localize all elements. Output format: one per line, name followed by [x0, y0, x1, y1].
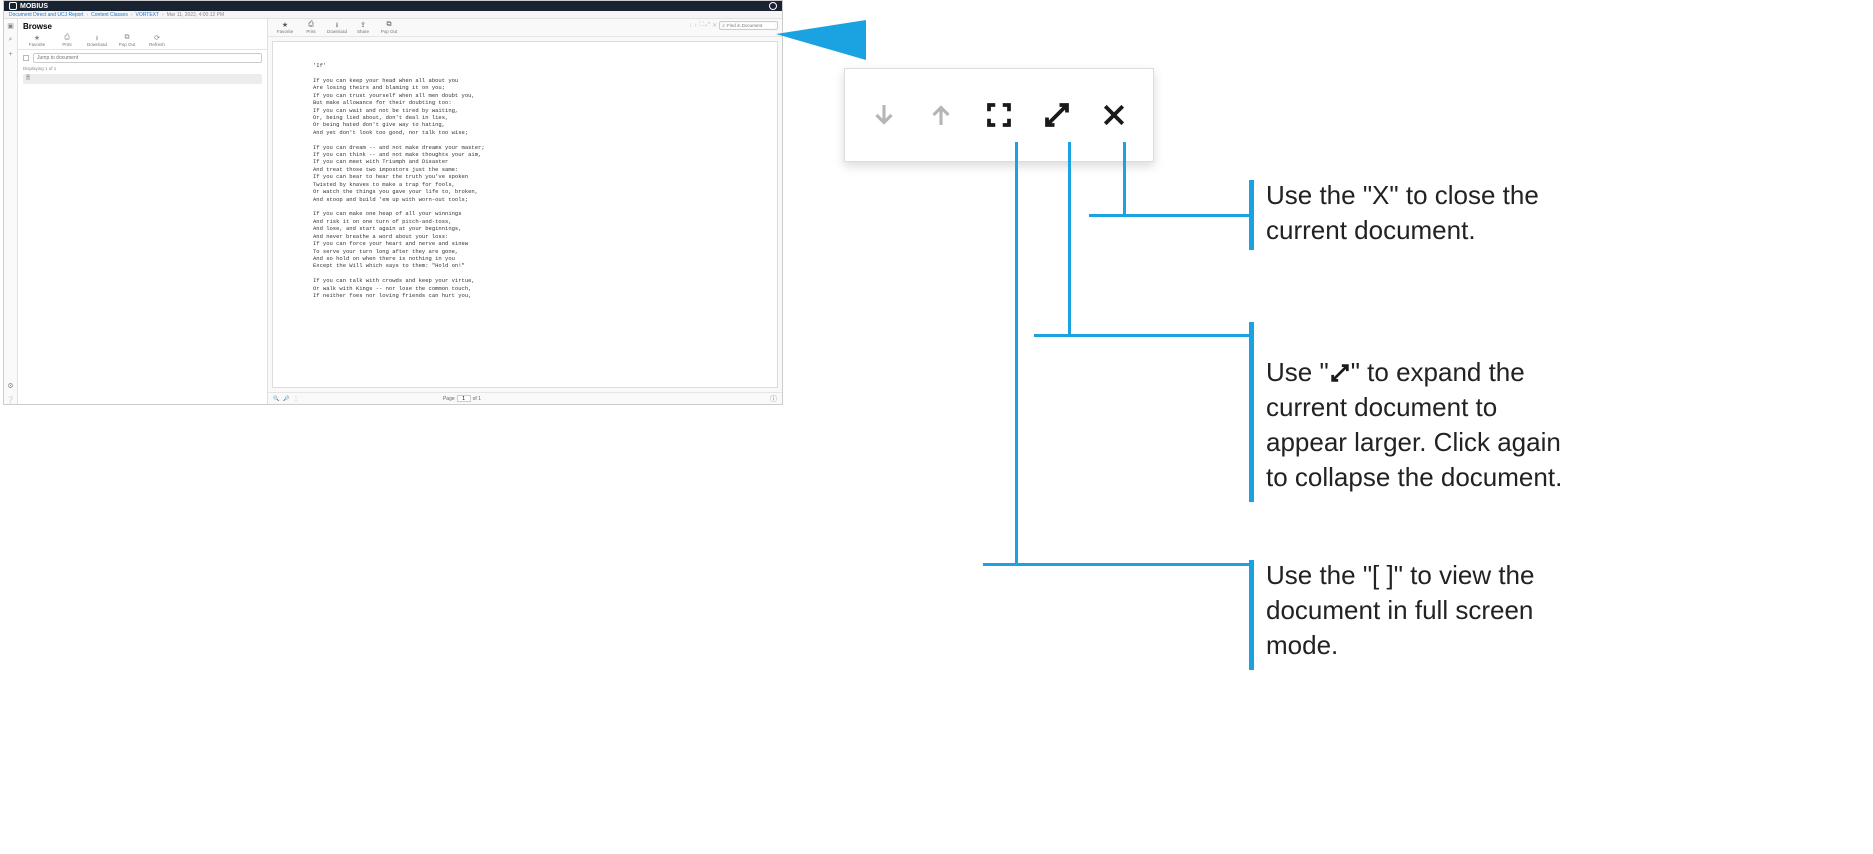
more-icon[interactable]: ⋮: [293, 396, 298, 402]
info-icon[interactable]: ⓘ: [770, 394, 777, 404]
callout-line: [1089, 214, 1249, 217]
star-icon: ★: [34, 34, 40, 42]
close-icon[interactable]: [1092, 93, 1136, 137]
star-icon: ★: [282, 21, 288, 29]
displaying-label: Displaying 1 of 1: [18, 66, 267, 73]
app-window: MOBIUS Document Direct and UCJ Report › …: [3, 0, 783, 405]
breadcrumb-item[interactable]: Document Direct and UCJ Report: [9, 12, 83, 18]
zoom-out-icon[interactable]: 🔍: [273, 396, 279, 402]
gear-icon[interactable]: ⚙: [7, 382, 15, 390]
callout-bar: [1249, 322, 1254, 502]
popout-icon: ⧉: [125, 34, 130, 42]
refresh-icon: ⟳: [154, 34, 160, 42]
annotation-fullscreen: Use the "[ ]" to view the document in fu…: [1266, 558, 1576, 663]
folder-icon[interactable]: ▣: [7, 22, 15, 30]
breadcrumb-sep: ›: [162, 12, 164, 18]
breadcrumb-timestamp: Mar 11, 2022, 4:00:12 PM: [167, 12, 224, 18]
search-icon[interactable]: ⌕: [7, 36, 15, 44]
breadcrumb-sep: ›: [86, 12, 88, 18]
callout-line: [1123, 142, 1126, 217]
callout-line: [1015, 142, 1018, 566]
download-button[interactable]: ⭳Download: [324, 21, 350, 34]
document-list: 🗎: [18, 73, 267, 85]
download-button[interactable]: ⭳Download: [82, 34, 112, 47]
list-item[interactable]: 🗎: [23, 74, 262, 84]
popout-icon: ⧉: [387, 21, 392, 29]
callout-bar: [1249, 180, 1254, 250]
left-rail: ▣ ⌕ + ⚙ ❔: [4, 19, 18, 404]
viewer-panel: ★Favorite ⎙Print ⭳Download ⇪Share ⧉Pop O…: [268, 19, 782, 404]
down-arrow-icon[interactable]: [862, 93, 906, 137]
callout-line: [1034, 334, 1249, 337]
page-label: Page: [443, 396, 455, 402]
share-button[interactable]: ⇪Share: [350, 21, 376, 34]
browse-title: Browse: [18, 19, 267, 34]
app-title: MOBIUS: [20, 3, 48, 10]
page-of-label: of 1: [473, 396, 481, 402]
print-icon: ⎙: [64, 34, 70, 42]
app-header: MOBIUS: [4, 1, 782, 11]
popout-button[interactable]: ⧉Pop Out: [112, 34, 142, 47]
breadcrumb-sep: ›: [131, 12, 133, 18]
download-icon: ⭳: [96, 34, 98, 42]
viewer-footer: 🔍 🔎 ⋮ Page of 1 ⓘ: [268, 392, 782, 404]
favorite-button[interactable]: ★Favorite: [272, 21, 298, 34]
zoomed-toolbar: [844, 68, 1154, 162]
checkbox[interactable]: [23, 55, 29, 61]
plus-icon[interactable]: +: [7, 50, 15, 58]
callout-line: [1068, 142, 1071, 337]
browse-panel: Browse ★Favorite ⎙Print ⭳Download ⧉Pop O…: [18, 19, 268, 404]
find-in-document[interactable]: ⌕: [719, 21, 778, 30]
print-button[interactable]: ⎙Print: [298, 21, 324, 34]
user-avatar-icon[interactable]: [769, 2, 777, 10]
find-input[interactable]: [727, 23, 775, 28]
breadcrumb: Document Direct and UCJ Report › Content…: [4, 11, 782, 19]
callout-line: [983, 563, 1249, 566]
fullscreen-icon[interactable]: [977, 93, 1021, 137]
callout-pointer: [776, 20, 866, 60]
share-icon: ⇪: [360, 21, 366, 29]
search-icon: ⌕: [722, 23, 725, 29]
jump-to-document-input[interactable]: [33, 53, 262, 63]
app-logo-icon: [9, 2, 17, 10]
callout-bar: [1249, 560, 1254, 670]
down-arrow-icon[interactable]: ↓: [689, 23, 692, 29]
expand-icon[interactable]: ⤢: [705, 22, 710, 29]
download-icon: ⭳: [336, 21, 338, 29]
document-page: 'If' If you can keep your head when all …: [272, 41, 778, 388]
document-text: 'If' If you can keep your head when all …: [273, 42, 777, 320]
breadcrumb-item[interactable]: VORTEXT: [136, 12, 160, 18]
page-input[interactable]: [457, 395, 471, 402]
print-button[interactable]: ⎙Print: [52, 34, 82, 47]
annotation-expand: Use "" to expand the current document to…: [1266, 320, 1576, 495]
close-icon[interactable]: ✕: [712, 22, 717, 29]
favorite-button[interactable]: ★Favorite: [22, 34, 52, 47]
print-icon: ⎙: [308, 21, 314, 29]
zoom-in-icon[interactable]: 🔎: [283, 396, 289, 402]
document-icon: 🗎: [26, 75, 30, 83]
fullscreen-icon[interactable]: ⛶: [699, 22, 703, 29]
breadcrumb-item[interactable]: Content Classes: [91, 12, 128, 18]
up-arrow-icon[interactable]: [919, 93, 963, 137]
help-icon[interactable]: ❔: [7, 396, 15, 404]
annotation-close: Use the "X" to close the current documen…: [1266, 178, 1576, 248]
viewer-topbar: ★Favorite ⎙Print ⭳Download ⇪Share ⧉Pop O…: [268, 19, 782, 37]
refresh-button[interactable]: ⟳Refresh: [142, 34, 172, 47]
browse-toolbar: ★Favorite ⎙Print ⭳Download ⧉Pop Out ⟳Ref…: [18, 34, 267, 50]
expand-icon: [1329, 357, 1351, 387]
expand-icon[interactable]: [1035, 93, 1079, 137]
up-arrow-icon[interactable]: ↑: [694, 23, 697, 29]
popout-button[interactable]: ⧉Pop Out: [376, 21, 402, 34]
